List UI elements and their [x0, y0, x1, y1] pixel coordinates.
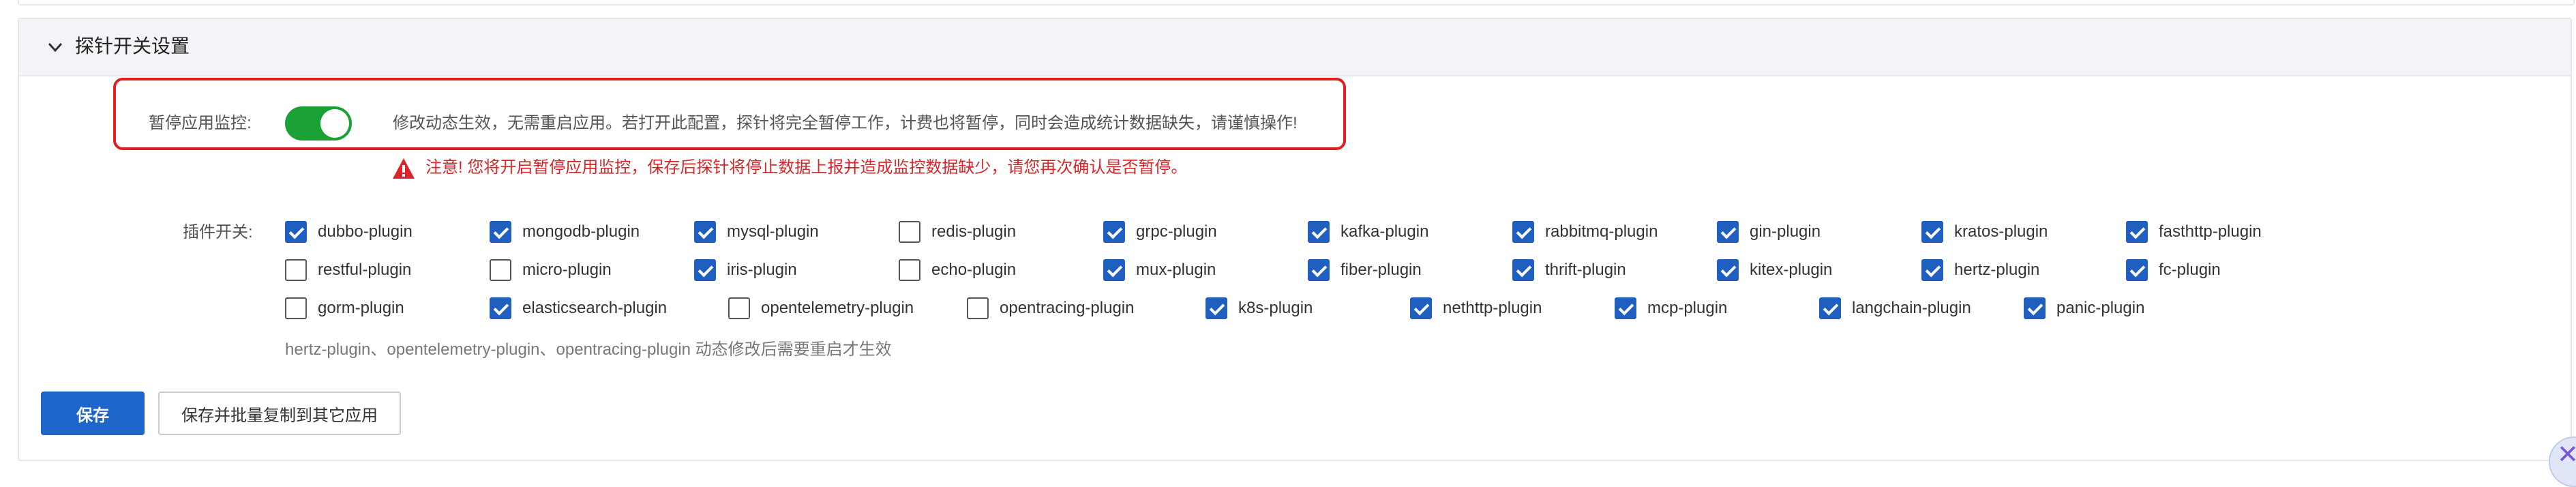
plugin-checkbox[interactable] — [285, 259, 307, 281]
plugin-checkbox[interactable] — [1819, 297, 1841, 319]
plugin-label: mcp-plugin — [1647, 299, 1728, 317]
plugin-label: fiber-plugin — [1341, 261, 1422, 279]
warning-icon — [393, 158, 415, 179]
plugin-checkbox[interactable] — [2126, 259, 2148, 281]
plugin-label: kitex-plugin — [1750, 261, 1833, 279]
plugin-checkbox[interactable] — [1512, 221, 1534, 243]
plugin-checkbox[interactable] — [1717, 221, 1739, 243]
plugin-label: nethttp-plugin — [1443, 299, 1542, 317]
plugin-checkbox[interactable] — [1410, 297, 1432, 319]
plugin-label: grpc-plugin — [1136, 222, 1217, 241]
plugin-checkbox[interactable] — [899, 259, 920, 281]
plugin-checkbox[interactable] — [1615, 297, 1636, 319]
plugin-label: elasticsearch-plugin — [522, 299, 668, 317]
plugin-checkbox[interactable] — [1103, 259, 1125, 281]
plugin-label: dubbo-plugin — [318, 222, 413, 241]
plugin-label: kratos-plugin — [1954, 222, 2048, 241]
plugin-label: restful-plugin — [318, 261, 412, 279]
plugin-checkbox[interactable] — [1717, 259, 1739, 281]
pause-monitoring-label: 暂停应用监控: — [149, 114, 252, 132]
plugin-checkbox[interactable] — [1921, 259, 1943, 281]
plugin-checkbox[interactable] — [1308, 221, 1330, 243]
plugin-checkbox[interactable] — [899, 221, 920, 243]
plugin-label: langchain-plugin — [1852, 299, 1971, 317]
plugin-label: gin-plugin — [1750, 222, 1821, 241]
plugin-checkbox[interactable] — [1103, 221, 1125, 243]
plugin-label: panic-plugin — [2056, 299, 2145, 317]
plugin-label: rabbitmq-plugin — [1545, 222, 1658, 241]
plugin-label: k8s-plugin — [1238, 299, 1313, 317]
toggle-knob — [320, 109, 349, 138]
plugin-checkbox[interactable] — [285, 297, 307, 319]
plugin-restart-note: hertz-plugin、opentelemetry-plugin、opentr… — [285, 340, 892, 359]
plugin-label: kafka-plugin — [1341, 222, 1429, 241]
plugin-label: opentelemetry-plugin — [761, 299, 914, 317]
plugin-checkbox[interactable] — [2024, 297, 2046, 319]
plugin-checkbox[interactable] — [1921, 221, 1943, 243]
plugin-checkbox[interactable] — [1512, 259, 1534, 281]
plugin-checkbox[interactable] — [694, 221, 716, 243]
pause-warning-text: 注意! 您将开启暂停应用监控，保存后探针将停止数据上报并造成监控数据缺少，请您再… — [425, 158, 1188, 177]
plugin-checkbox[interactable] — [1308, 259, 1330, 281]
plugin-label: opentracing-plugin — [1000, 299, 1135, 317]
plugin-label: micro-plugin — [522, 261, 612, 279]
plugin-label: iris-plugin — [727, 261, 797, 279]
plugin-label: fasthttp-plugin — [2159, 222, 2262, 241]
section-title: 探针开关设置 — [75, 35, 190, 57]
plugin-label: hertz-plugin — [1954, 261, 2040, 279]
plugin-checkbox[interactable] — [1205, 297, 1227, 319]
previous-card — [18, 0, 2575, 5]
plugin-label: mongodb-plugin — [522, 222, 640, 241]
assistant-icon: ✕ — [2557, 441, 2576, 469]
plugin-label: fc-plugin — [2159, 261, 2221, 279]
plugins-label: 插件开关: — [183, 223, 253, 241]
chevron-down-icon[interactable] — [45, 37, 65, 57]
plugin-checkbox[interactable] — [694, 259, 716, 281]
plugin-checkbox[interactable] — [490, 259, 511, 281]
pause-hint-text: 修改动态生效，无需重启应用。若打开此配置，探针将完全暂停工作，计费也将暂停，同时… — [393, 114, 1298, 132]
plugin-checkbox[interactable] — [2126, 221, 2148, 243]
plugin-label: mysql-plugin — [727, 222, 819, 241]
plugin-checkbox[interactable] — [967, 297, 989, 319]
plugin-label: mux-plugin — [1136, 261, 1216, 279]
plugin-label: redis-plugin — [931, 222, 1017, 241]
plugin-label: thrift-plugin — [1545, 261, 1626, 279]
save-button[interactable]: 保存 — [41, 392, 145, 435]
plugin-checkbox[interactable] — [490, 297, 511, 319]
pause-monitoring-toggle[interactable] — [285, 106, 352, 141]
plugin-label: echo-plugin — [931, 261, 1017, 279]
plugin-checkbox[interactable] — [490, 221, 511, 243]
plugin-label: gorm-plugin — [318, 299, 404, 317]
plugin-checkbox[interactable] — [728, 297, 750, 319]
plugin-checkbox[interactable] — [285, 221, 307, 243]
save-and-copy-button[interactable]: 保存并批量复制到其它应用 — [158, 392, 401, 435]
panel-header[interactable]: 探针开关设置 — [19, 19, 2571, 76]
